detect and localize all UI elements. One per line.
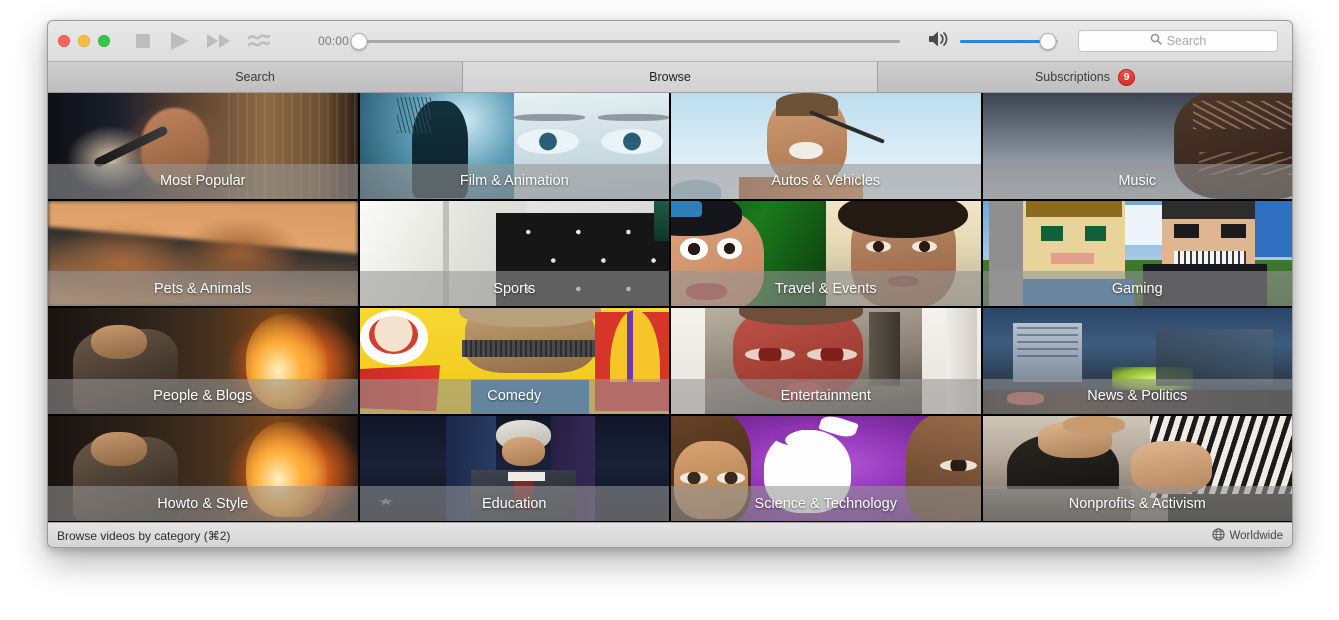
tile-label: Autos & Vehicles <box>771 173 881 190</box>
app-window: 00:00 Search Search Browse Subscriptions… <box>47 20 1293 548</box>
tile-label: Entertainment <box>780 388 871 405</box>
play-icon[interactable] <box>168 31 190 51</box>
progress-knob[interactable] <box>350 33 368 50</box>
tile-label-band: Gaming <box>982 271 1292 306</box>
tile-label-band: Music <box>982 163 1292 199</box>
tile-label-band: Film & Animation <box>359 163 669 199</box>
category-tile[interactable]: Science & Technology <box>671 415 981 521</box>
category-grid: Most Popular Film & Animation Autos & Ve… <box>48 93 1292 522</box>
tile-label: Music <box>1118 173 1157 190</box>
status-bar: Browse videos by category (⌘2) Worldwide <box>48 522 1292 547</box>
category-tile[interactable]: Autos & Vehicles <box>671 93 981 199</box>
tile-label: Most Popular <box>160 173 246 190</box>
tile-label: Education <box>482 495 547 512</box>
tile-label: Pets & Animals <box>153 280 252 297</box>
elapsed-time: 00:00 <box>318 34 350 48</box>
maximize-button[interactable] <box>98 35 110 47</box>
tile-label-band: Pets & Animals <box>48 271 358 306</box>
tile-label-band: Education <box>359 486 669 521</box>
category-tile[interactable]: Most Popular <box>48 93 358 199</box>
shuffle-waves-icon[interactable] <box>248 32 270 50</box>
status-badge: 9 <box>1118 68 1136 86</box>
transport-controls <box>134 31 270 51</box>
category-tile[interactable]: Howto & Style <box>48 415 358 521</box>
tile-label: Film & Animation <box>459 173 569 190</box>
category-tile[interactable]: Sports <box>359 200 669 306</box>
window-controls <box>58 35 110 47</box>
tile-label-band: Most Popular <box>48 163 358 199</box>
tile-label-band: Comedy <box>359 378 669 414</box>
tile-label-band: Sports <box>359 271 669 306</box>
search-placeholder: Search <box>1166 34 1207 48</box>
speaker-volume-icon[interactable] <box>928 30 950 53</box>
category-tile[interactable]: Pets & Animals <box>48 200 358 306</box>
close-button[interactable] <box>58 35 70 47</box>
tile-label-band: Science & Technology <box>671 486 981 521</box>
tab-browse[interactable]: Browse <box>463 62 878 92</box>
category-tile[interactable]: Travel & Events <box>671 200 981 306</box>
stop-icon[interactable] <box>134 32 152 50</box>
category-tile[interactable]: Education <box>359 415 669 521</box>
tile-label: News & Politics <box>1087 388 1188 405</box>
volume-knob[interactable] <box>1039 33 1057 50</box>
tab-label: Browse <box>649 70 691 84</box>
status-hint: Browse videos by category (⌘2) <box>57 528 231 543</box>
toolbar: 00:00 Search <box>48 21 1292 62</box>
tile-label-band: People & Blogs <box>48 378 358 414</box>
search-input[interactable]: Search <box>1078 30 1278 52</box>
category-tile[interactable]: Film & Animation <box>359 93 669 199</box>
globe-icon <box>1211 527 1225 544</box>
playback-progress: 00:00 <box>318 32 900 50</box>
volume-slider[interactable] <box>960 32 1058 50</box>
volume-control <box>928 30 1058 53</box>
region-label: Worldwide <box>1229 529 1283 542</box>
region-selector[interactable]: Worldwide <box>1211 527 1283 544</box>
tile-label-band: Nonprofits & Activism <box>982 486 1292 521</box>
tile-label: Gaming <box>1111 280 1163 297</box>
tab-label: Search <box>235 70 275 84</box>
tile-label: Sports <box>493 280 536 297</box>
tile-label: Science & Technology <box>754 495 897 512</box>
tab-label: Subscriptions <box>1034 70 1111 84</box>
progress-track <box>359 40 900 43</box>
tile-label-band: Travel & Events <box>671 271 981 306</box>
tile-label: Comedy <box>487 388 542 405</box>
screen: 00:00 Search Search Browse Subscriptions… <box>0 0 1339 620</box>
tile-label-band: Entertainment <box>671 378 981 414</box>
tile-label-band: News & Politics <box>982 378 1292 414</box>
tab-bar: Search Browse Subscriptions 9 <box>48 62 1292 93</box>
category-tile[interactable]: Music <box>982 93 1292 199</box>
tile-label-band: Howto & Style <box>48 486 358 521</box>
volume-fill <box>960 40 1049 43</box>
tile-label-band: Autos & Vehicles <box>671 163 981 199</box>
tab-subscriptions[interactable]: Subscriptions 9 <box>878 62 1292 92</box>
category-tile[interactable]: Gaming <box>982 200 1292 306</box>
category-tile[interactable]: Entertainment <box>671 308 981 414</box>
tile-label: Howto & Style <box>157 495 249 512</box>
tab-search[interactable]: Search <box>48 62 463 92</box>
category-tile[interactable]: People & Blogs <box>48 308 358 414</box>
tile-label: Nonprofits & Activism <box>1068 495 1206 512</box>
category-tile[interactable]: Nonprofits & Activism <box>982 415 1292 521</box>
tile-label: Travel & Events <box>774 280 877 297</box>
minimize-button[interactable] <box>78 35 90 47</box>
category-tile[interactable]: News & Politics <box>982 308 1292 414</box>
progress-slider[interactable] <box>350 32 900 50</box>
search-icon <box>1150 32 1162 50</box>
fast-forward-icon[interactable] <box>206 32 232 50</box>
tile-label: People & Blogs <box>153 388 253 405</box>
category-tile[interactable]: Comedy <box>359 308 669 414</box>
